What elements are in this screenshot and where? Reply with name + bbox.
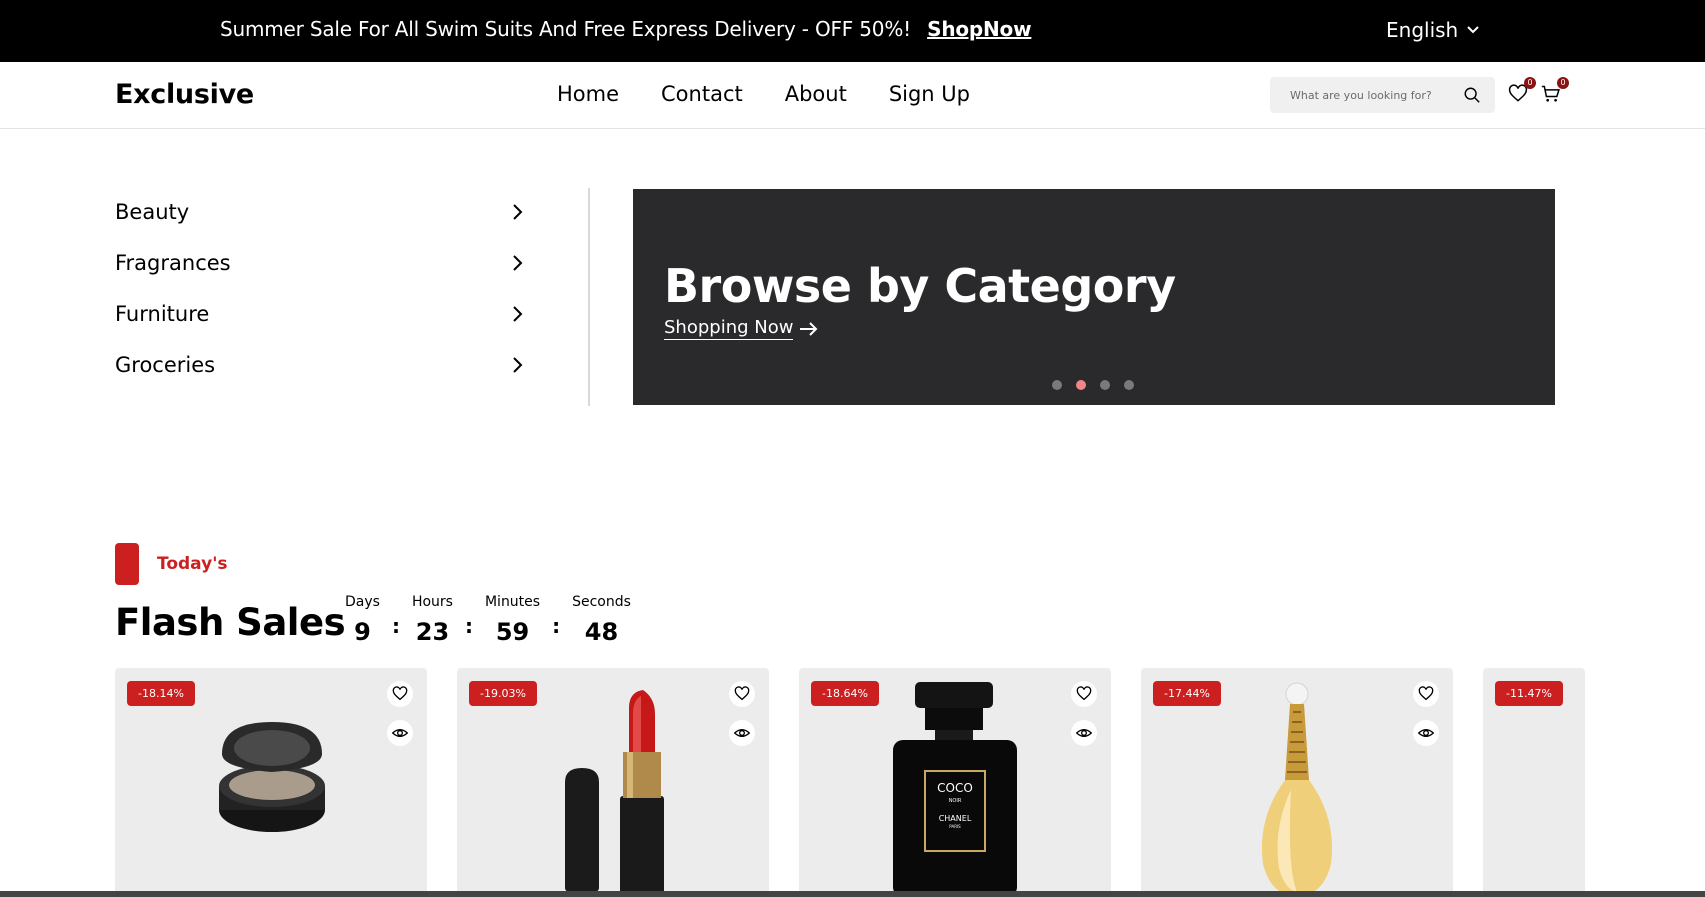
chevron-right-icon bbox=[513, 255, 523, 271]
carousel-dots bbox=[1052, 380, 1134, 390]
product-card[interactable]: COCO NOIR CHANEL PARIS -18.64% bbox=[799, 668, 1111, 897]
logo[interactable]: Exclusive bbox=[115, 79, 254, 110]
timer-label: Seconds bbox=[572, 594, 631, 610]
add-to-wishlist-button[interactable] bbox=[1071, 681, 1097, 707]
promo-banner: Summer Sale For All Swim Suits And Free … bbox=[220, 17, 1032, 41]
add-to-wishlist-button[interactable] bbox=[387, 681, 413, 707]
language-label: English bbox=[1386, 18, 1459, 42]
eye-icon bbox=[1418, 729, 1434, 737]
section-title: Flash Sales bbox=[115, 601, 346, 644]
heart-icon bbox=[392, 686, 408, 701]
heart-icon bbox=[1418, 686, 1434, 701]
discount-badge: -18.14% bbox=[127, 681, 195, 706]
category-item-beauty[interactable]: Beauty bbox=[115, 200, 525, 251]
search-box bbox=[1270, 77, 1495, 113]
add-to-wishlist-button[interactable] bbox=[729, 681, 755, 707]
quick-view-button[interactable] bbox=[1071, 720, 1097, 746]
timer-minutes: Minutes 59 bbox=[485, 594, 540, 646]
timer-separator: : bbox=[552, 614, 561, 638]
quick-view-button[interactable] bbox=[1413, 720, 1439, 746]
product-card[interactable]: -17.44% bbox=[1141, 668, 1453, 897]
discount-badge: -17.44% bbox=[1153, 681, 1221, 706]
vertical-divider bbox=[588, 188, 590, 406]
eye-icon bbox=[392, 729, 408, 737]
timer-days: Days 9 bbox=[345, 594, 380, 646]
shop-now-link[interactable]: ShopNow bbox=[927, 17, 1031, 41]
section-tag-bar bbox=[115, 543, 139, 585]
chevron-right-icon bbox=[513, 306, 523, 322]
add-to-wishlist-button[interactable] bbox=[1413, 681, 1439, 707]
language-selector[interactable]: English bbox=[1386, 18, 1480, 42]
nav-about[interactable]: About bbox=[785, 82, 847, 106]
product-label-maker: CHANEL bbox=[939, 814, 972, 823]
nav-home[interactable]: Home bbox=[557, 82, 619, 106]
promo-text: Summer Sale For All Swim Suits And Free … bbox=[220, 17, 911, 41]
timer-value: 59 bbox=[495, 618, 530, 646]
cart-button[interactable]: 0 bbox=[1541, 77, 1569, 106]
discount-badge: -19.03% bbox=[469, 681, 537, 706]
nav-contact[interactable]: Contact bbox=[661, 82, 743, 106]
timer-label: Minutes bbox=[484, 594, 541, 610]
section-tag-label: Today's bbox=[157, 554, 228, 574]
heart-icon bbox=[1076, 686, 1092, 701]
product-label-place: PARIS bbox=[949, 824, 961, 829]
timer-hours: Hours 23 bbox=[412, 594, 453, 646]
arrow-right-icon bbox=[800, 321, 818, 336]
category-label: Furniture bbox=[115, 302, 210, 326]
countdown-timer: Days 9 : Hours 23 : Minutes 59 : Seconds… bbox=[345, 594, 631, 646]
wishlist-button[interactable]: 0 bbox=[1508, 77, 1536, 106]
carousel-dot[interactable] bbox=[1100, 380, 1110, 390]
product-card[interactable]: -11.47% bbox=[1483, 668, 1585, 897]
category-label: Groceries bbox=[115, 353, 216, 377]
timer-label: Hours bbox=[411, 594, 453, 610]
chevron-down-icon bbox=[1467, 26, 1479, 34]
hero-title: Browse by Category bbox=[664, 259, 1176, 313]
main-nav: Home Contact About Sign Up bbox=[557, 82, 970, 106]
cta-label: Shopping Now bbox=[664, 317, 794, 340]
heart-icon bbox=[734, 686, 750, 701]
top-banner: Summer Sale For All Swim Suits And Free … bbox=[0, 0, 1705, 62]
chevron-right-icon bbox=[513, 357, 523, 373]
discount-badge: -18.64% bbox=[811, 681, 879, 706]
product-label-brand: COCO bbox=[937, 781, 973, 795]
timer-separator: : bbox=[391, 614, 400, 638]
hero-banner: Browse by Category Shopping Now bbox=[633, 189, 1555, 405]
eye-icon bbox=[734, 729, 750, 737]
horizontal-scrollbar[interactable] bbox=[0, 891, 1705, 897]
timer-label: Days bbox=[345, 594, 380, 610]
category-list: Beauty Fragrances Furniture Groceries bbox=[115, 200, 525, 404]
timer-separator: : bbox=[464, 614, 473, 638]
timer-value: 23 bbox=[415, 618, 450, 646]
nav-sign-up[interactable]: Sign Up bbox=[889, 82, 970, 106]
product-label-sub: NOIR bbox=[949, 798, 962, 804]
quick-view-button[interactable] bbox=[729, 720, 755, 746]
category-label: Fragrances bbox=[115, 251, 231, 275]
category-label: Beauty bbox=[115, 200, 190, 224]
eye-icon bbox=[1076, 729, 1092, 737]
product-card[interactable]: -18.14% bbox=[115, 668, 427, 897]
search-input[interactable] bbox=[1290, 85, 1450, 105]
category-item-fragrances[interactable]: Fragrances bbox=[115, 251, 525, 302]
shopping-now-link[interactable]: Shopping Now bbox=[664, 317, 819, 340]
timer-value: 48 bbox=[584, 618, 619, 646]
category-item-furniture[interactable]: Furniture bbox=[115, 302, 525, 353]
product-card[interactable]: -19.03% bbox=[457, 668, 769, 897]
timer-value: 9 bbox=[354, 618, 371, 646]
cart-count-badge: 0 bbox=[1557, 77, 1569, 89]
quick-view-button[interactable] bbox=[387, 720, 413, 746]
chevron-right-icon bbox=[513, 204, 523, 220]
category-item-groceries[interactable]: Groceries bbox=[115, 353, 525, 404]
carousel-dot[interactable] bbox=[1052, 380, 1062, 390]
timer-seconds: Seconds 48 bbox=[572, 594, 631, 646]
carousel-dot[interactable] bbox=[1124, 380, 1134, 390]
wishlist-count-badge: 0 bbox=[1524, 77, 1536, 89]
carousel-dot-active[interactable] bbox=[1076, 380, 1086, 390]
discount-badge: -11.47% bbox=[1495, 681, 1563, 706]
search-icon[interactable] bbox=[1463, 86, 1481, 104]
site-header: Exclusive Home Contact About Sign Up 0 0 bbox=[0, 62, 1705, 129]
